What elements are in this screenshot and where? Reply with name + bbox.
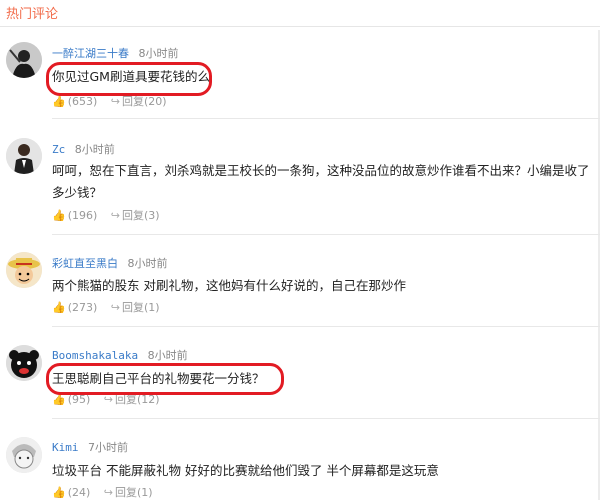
section-title: 热门评论 [6, 7, 59, 22]
username[interactable]: 一醉江湖三十春 [52, 47, 129, 60]
comment-text: 垃圾平台 不能屏蔽礼物 好好的比赛就给他们毁了 半个屏幕都是这玩意 [52, 463, 439, 478]
thumbs-up-icon: 👍 [52, 208, 66, 222]
comment-meta: Zc 8小时前 [52, 141, 115, 157]
avatar-sketch-character-icon [6, 437, 42, 473]
like-count: (273) [67, 300, 98, 314]
avatar[interactable] [6, 138, 42, 174]
reply-label: 回复(3) [122, 209, 160, 222]
timestamp: 8小时前 [127, 257, 168, 270]
thumbs-up-icon: 👍 [52, 300, 66, 314]
red-highlight-circle [46, 62, 212, 96]
comment-actions: 👍 (24) ↪ 回复(1) [52, 484, 153, 500]
comment-actions: 👍 (273) ↪ 回复(1) [52, 299, 160, 315]
reply-arrow-icon: ↪ [110, 300, 121, 314]
avatar[interactable] [6, 345, 42, 381]
comment-text: 呵呵，恕在下直言，刘杀鸡就是王校长的一条狗，这种没品位的故意炒作谁看不出来？小编… [52, 163, 590, 200]
avatar-suited-man-icon [6, 138, 42, 174]
avatar[interactable] [6, 42, 42, 78]
title-divider [0, 26, 600, 27]
reply-button[interactable]: ↪ 回复(3) [111, 207, 160, 223]
comment-text: 两个熊猫的股东 对刷礼物，这他妈有什么好说的，自己在那炒作 [52, 278, 406, 293]
reply-arrow-icon: ↪ [110, 208, 121, 222]
reply-label: 回复(1) [115, 486, 153, 499]
red-highlight-circle [46, 363, 284, 395]
comment-divider [52, 326, 600, 327]
avatar[interactable] [6, 252, 42, 288]
comment-divider [52, 234, 600, 235]
timestamp: 8小时前 [74, 143, 115, 156]
like-count: (196) [67, 208, 98, 222]
like-count: (24) [67, 485, 91, 499]
reply-button[interactable]: ↪ 回复(1) [104, 484, 153, 500]
reply-arrow-icon: ↪ [110, 94, 121, 108]
reply-arrow-icon: ↪ [103, 485, 114, 499]
reply-label: 回复(1) [122, 301, 160, 314]
username[interactable]: 彩虹直至黑白 [52, 257, 118, 270]
like-button[interactable]: 👍 (24) [52, 486, 90, 499]
timestamp: 8小时前 [138, 47, 179, 60]
comment-meta: 彩虹直至黑白 8小时前 [52, 255, 168, 271]
like-button[interactable]: 👍 (196) [52, 209, 97, 222]
thumbs-up-icon: 👍 [52, 94, 66, 108]
timestamp: 7小时前 [88, 441, 128, 454]
comment-meta: Boomshakalaka 8小时前 [52, 347, 188, 363]
timestamp: 8小时前 [147, 349, 188, 362]
avatar-black-bear-icon [6, 345, 42, 381]
avatar-straw-hat-icon [6, 252, 42, 288]
comment-divider [52, 118, 600, 119]
comment-meta: 一醉江湖三十春 8小时前 [52, 45, 179, 61]
username[interactable]: Zc [52, 143, 65, 156]
username[interactable]: Kimi [52, 441, 79, 454]
comment-actions: 👍 (196) ↪ 回复(3) [52, 207, 160, 223]
reply-button[interactable]: ↪ 回复(1) [111, 299, 160, 315]
like-button[interactable]: 👍 (273) [52, 301, 97, 314]
comment-meta: Kimi 7小时前 [52, 439, 128, 455]
thumbs-up-icon: 👍 [52, 485, 66, 499]
avatar-dark-figure-icon [6, 42, 42, 78]
username[interactable]: Boomshakalaka [52, 349, 138, 362]
like-button[interactable]: 👍 (653) [52, 95, 97, 108]
avatar[interactable] [6, 437, 42, 473]
comment-divider [52, 418, 600, 419]
like-count: (653) [67, 94, 98, 108]
